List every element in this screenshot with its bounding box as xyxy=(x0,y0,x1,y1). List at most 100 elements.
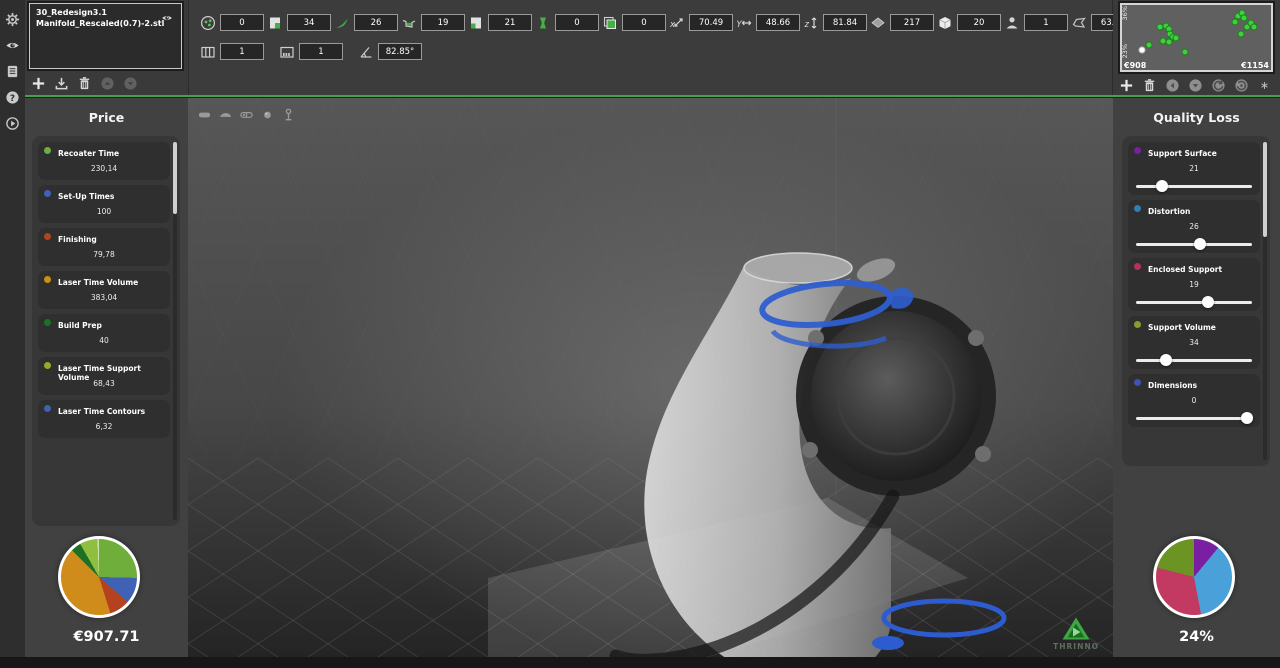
price-item-list: Recoater Time230,14 Set-Up Times100 Finish… xyxy=(32,136,180,526)
toggle-recoater-button[interactable] xyxy=(217,106,233,122)
selected-solution-point[interactable] xyxy=(1138,47,1145,54)
forward-button[interactable] xyxy=(1187,77,1203,93)
build-angle-input[interactable] xyxy=(378,43,422,60)
scatter-y-min-label: 23% xyxy=(1121,44,1129,58)
solution-point[interactable] xyxy=(1145,41,1152,48)
price-item-label: Build Prep xyxy=(58,321,166,330)
quality-item-value: 34 xyxy=(1128,338,1260,347)
dim-z-input[interactable] xyxy=(823,14,867,31)
dim-y-input[interactable] xyxy=(756,14,800,31)
dim-z-field: z xyxy=(802,14,867,31)
price-scrollbar[interactable] xyxy=(173,142,177,520)
operator-input[interactable] xyxy=(1024,14,1068,31)
viewport-3d[interactable]: THRINNO xyxy=(188,98,1113,657)
quality-item[interactable]: Support Volume34 xyxy=(1128,316,1260,369)
solution-point[interactable] xyxy=(1241,15,1248,22)
delete-solution-button[interactable] xyxy=(1141,77,1157,93)
quality-item[interactable]: Support Surface21 xyxy=(1128,142,1260,195)
move-down-button[interactable] xyxy=(122,75,138,91)
slider-knob[interactable] xyxy=(1241,412,1253,424)
scatter-x-max-label: €1154 xyxy=(1241,61,1269,70)
solution-scatter-plot[interactable]: 36% 23% €908 €1154 xyxy=(1120,3,1273,72)
layers-icon xyxy=(869,14,886,31)
slider-knob[interactable] xyxy=(1160,354,1172,366)
solution-point[interactable] xyxy=(1182,48,1189,55)
price-item[interactable]: Build Prep40 xyxy=(38,314,170,352)
quality-item-value: 26 xyxy=(1128,222,1260,231)
price-item-label: Recoater Time xyxy=(58,149,166,158)
powder-bucket-field xyxy=(400,14,465,31)
layers-input[interactable] xyxy=(890,14,934,31)
quality-weight-slider[interactable] xyxy=(1136,180,1252,192)
quality-item[interactable]: Enclosed Support19 xyxy=(1128,258,1260,311)
delete-part-button[interactable] xyxy=(76,75,92,91)
toggle-support-button[interactable] xyxy=(280,106,296,122)
dim-x-input[interactable] xyxy=(689,14,733,31)
model-visibility-eye-icon[interactable] xyxy=(159,9,175,21)
help-button[interactable]: ? xyxy=(0,84,25,110)
solutions-panel: 36% 23% €908 €1154 xyxy=(1113,0,1280,95)
svg-text:z: z xyxy=(803,20,809,30)
move-up-button[interactable] xyxy=(99,75,115,91)
import-part-button[interactable] xyxy=(53,75,69,91)
angle-icon xyxy=(357,43,374,60)
toggle-clipping-button[interactable] xyxy=(238,106,254,122)
support-spool-input[interactable] xyxy=(555,14,599,31)
quality-item[interactable]: Dimensions0 xyxy=(1128,374,1260,427)
recoater-input[interactable] xyxy=(354,14,398,31)
toggle-build-plate-button[interactable] xyxy=(196,106,212,122)
orientations-input[interactable] xyxy=(220,14,264,31)
recoater-blade-icon xyxy=(333,14,350,31)
price-item[interactable]: Laser Time Contours6,32 xyxy=(38,400,170,438)
quality-item-color-dot xyxy=(1134,205,1141,212)
run-button[interactable] xyxy=(0,110,25,136)
optimize-button[interactable] xyxy=(1256,77,1272,93)
settings-button[interactable] xyxy=(0,6,25,32)
add-solution-button[interactable] xyxy=(1118,77,1134,93)
refresh-button[interactable] xyxy=(1210,77,1226,93)
quality-weight-slider[interactable] xyxy=(1136,238,1252,250)
quality-scrollbar[interactable] xyxy=(1263,142,1267,460)
solution-point[interactable] xyxy=(1231,19,1238,26)
quality-loss-panel: Quality Loss Support Surface21Distortion… xyxy=(1113,98,1280,657)
quality-item-color-dot xyxy=(1134,263,1141,270)
report-button[interactable] xyxy=(0,58,25,84)
model-list-item[interactable]: 30_Redesign3.1 Manifold_Rescaled(0.7)-2.… xyxy=(29,3,182,69)
quality-item[interactable]: Distortion26 xyxy=(1128,200,1260,253)
quality-weight-slider[interactable] xyxy=(1136,296,1252,308)
support-surface-input[interactable] xyxy=(287,14,331,31)
price-item[interactable]: Laser Time Support Volume68,43 xyxy=(38,357,170,395)
solution-point[interactable] xyxy=(1172,35,1179,42)
quality-item-label: Dimensions xyxy=(1148,381,1256,390)
thrinno-logo-text: THRINNO xyxy=(1053,642,1099,651)
platform-parts-icon xyxy=(278,43,295,60)
quality-weight-slider[interactable] xyxy=(1136,412,1252,424)
visibility-button[interactable] xyxy=(0,32,25,58)
price-item[interactable]: Set-Up Times100 xyxy=(38,185,170,223)
toggle-sphere-button[interactable] xyxy=(259,106,275,122)
layers-field xyxy=(869,14,934,31)
thrinno-app-window: ? 30_Redesign3.1 Manifold_Rescaled(0.7)-… xyxy=(0,0,1280,668)
quality-weight-slider[interactable] xyxy=(1136,354,1252,366)
price-item[interactable]: Finishing79,78 xyxy=(38,228,170,266)
price-item-label: Set-Up Times xyxy=(58,192,166,201)
voxels-input[interactable] xyxy=(957,14,1001,31)
history-button[interactable] xyxy=(1233,77,1249,93)
price-item-color-dot xyxy=(44,233,51,240)
solution-point[interactable] xyxy=(1166,39,1173,46)
price-item[interactable]: Laser Time Volume383,04 xyxy=(38,271,170,309)
slider-knob[interactable] xyxy=(1156,180,1168,192)
powder-bucket-input[interactable] xyxy=(421,14,465,31)
enclosed-volume-input[interactable] xyxy=(622,14,666,31)
slider-knob[interactable] xyxy=(1194,238,1206,250)
platforms-input[interactable] xyxy=(220,43,264,60)
solution-point[interactable] xyxy=(1237,31,1244,38)
support-sheet-input[interactable] xyxy=(488,14,532,31)
add-part-button[interactable] xyxy=(30,75,46,91)
price-item[interactable]: Recoater Time230,14 xyxy=(38,142,170,180)
solution-point[interactable] xyxy=(1250,23,1257,30)
slider-knob[interactable] xyxy=(1202,296,1214,308)
parts-per-platform-input[interactable] xyxy=(299,43,343,60)
back-button[interactable] xyxy=(1164,77,1180,93)
model-list-panel: 30_Redesign3.1 Manifold_Rescaled(0.7)-2.… xyxy=(25,0,188,95)
